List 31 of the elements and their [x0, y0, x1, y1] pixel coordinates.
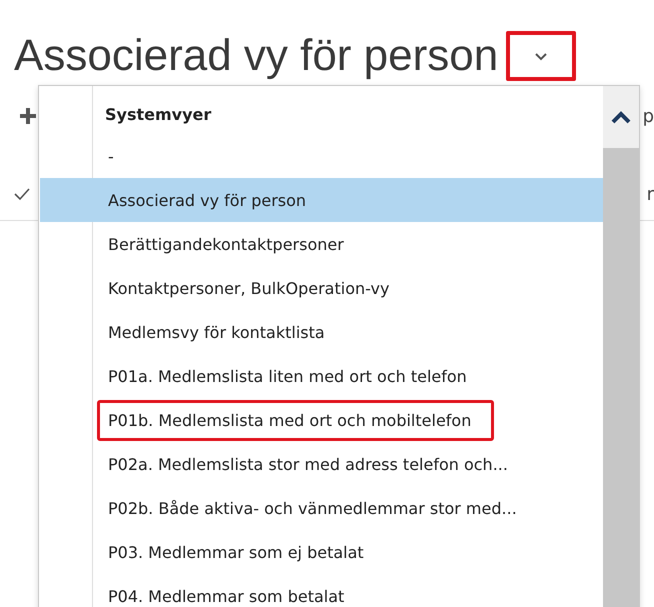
view-title: Associerad vy för person — [14, 31, 498, 81]
table-cell: r — [646, 184, 654, 204]
menu-item[interactable]: Berättigandekontaktpersoner — [40, 222, 603, 266]
menu-item[interactable]: P01b. Medlemslista med ort och mobiltelefon — [40, 398, 603, 442]
menu-item[interactable]: P02a. Medlemslista stor med adress telefon och... — [40, 442, 603, 486]
toolbar-text: p — [642, 106, 654, 126]
menu-item[interactable]: P02b. Både aktiva- och vänmedlemmar stor med... — [40, 486, 603, 530]
item-label: Medlemsvy för kontaktlista — [107, 322, 326, 344]
menu-heading: Systemvyer — [104, 104, 212, 126]
item-label: Associerad vy för person — [107, 190, 308, 212]
menu-item[interactable]: - — [40, 134, 603, 178]
item-label: P01b. Medlemslista med ort och mobiltelefon — [97, 400, 494, 440]
item-label: - — [107, 146, 115, 168]
item-label: P02b. Både aktiva- och vänmedlemmar stor med... — [107, 498, 518, 520]
menu-item[interactable]: P01a. Medlemslista liten med ort och telefon — [40, 354, 603, 398]
item-label: P03. Medlemmar som ej betalat — [107, 542, 365, 564]
chevron-down-icon — [534, 52, 548, 60]
item-label: Kontaktpersoner, BulkOperation-vy — [107, 278, 390, 300]
scroll-up-icon[interactable] — [610, 110, 632, 124]
menu-item[interactable]: Medlemsvy för kontaktlista — [40, 310, 603, 354]
view-selector-button[interactable] — [506, 31, 576, 81]
item-label: P04. Medlemmar som betalat — [107, 586, 346, 607]
menu-item[interactable]: Kontaktpersoner, BulkOperation-vy — [40, 266, 603, 310]
item-label: P01a. Medlemslista liten med ort och telefon — [107, 366, 468, 388]
menu-item[interactable]: P04. Medlemmar som betalat — [40, 574, 603, 607]
item-label: Berättigandekontaktpersoner — [107, 234, 345, 256]
menu-item[interactable]: P03. Medlemmar som ej betalat — [40, 530, 603, 574]
item-label: P02a. Medlemslista stor med adress telefon och... — [107, 454, 509, 476]
menu-item[interactable]: Associerad vy för person — [40, 178, 603, 222]
check-icon[interactable] — [14, 187, 30, 201]
plus-icon[interactable] — [18, 106, 38, 126]
